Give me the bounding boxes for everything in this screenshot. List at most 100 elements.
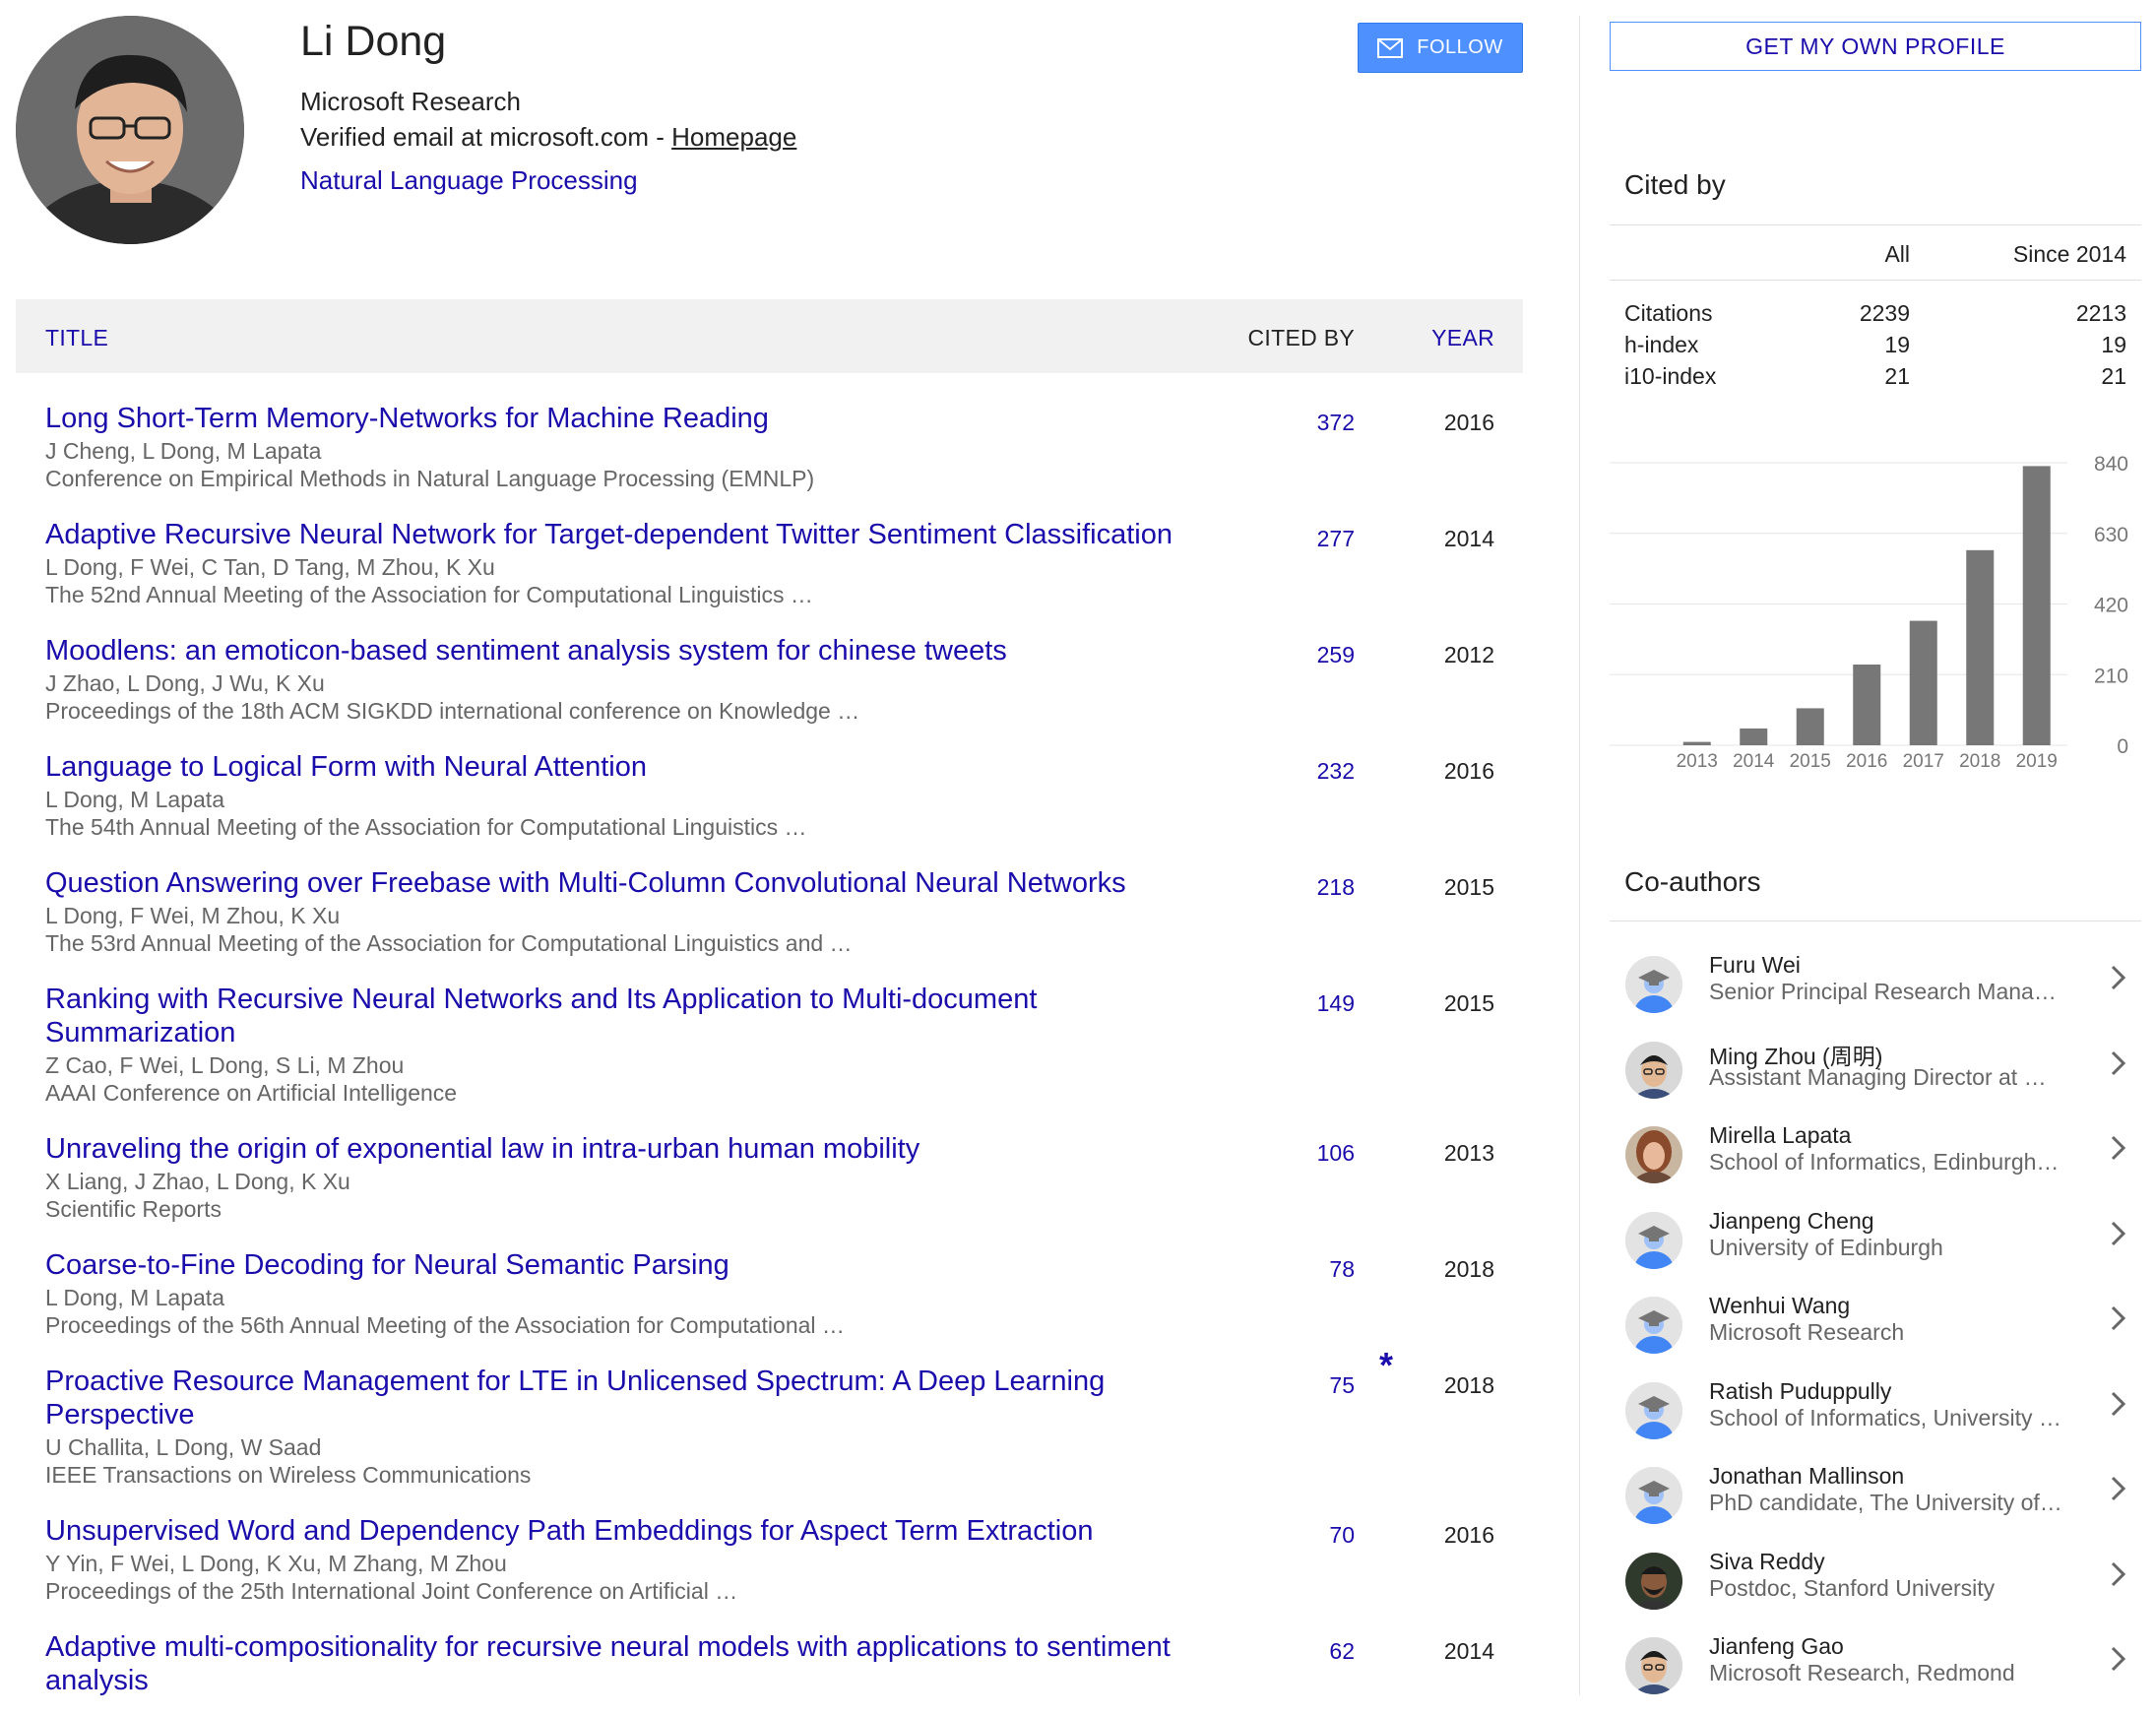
chevron-right-icon[interactable] [2110,964,2127,991]
article-cited-count[interactable]: 372 [1317,410,1355,436]
stat-since: 21 [2101,363,2126,389]
follow-label: FOLLOW [1417,36,1503,58]
coauthor-affiliation: School of Informatics, Edinburgh… [1709,1149,2060,1175]
sort-by-year[interactable]: YEAR [1431,325,1494,351]
article-venue: Proceedings of the 56th Annual Meeting o… [45,1312,845,1338]
coauthor-avatar [1625,1467,1682,1524]
article-year: 2015 [1443,874,1494,900]
coauthor-avatar [1625,1297,1682,1354]
article-title-link[interactable]: Unraveling the origin of exponential law… [45,1132,1207,1166]
x-tick-label: 2018 [1959,751,2000,772]
chart-bar-2019[interactable] [2022,466,2051,745]
coauthor-item[interactable]: Mirella Lapata School of Informatics, Edi… [1610,1120,2141,1205]
article-title-link[interactable]: Unsupervised Word and Dependency Path Em… [45,1514,1207,1548]
coauthor-item[interactable]: Ming Zhou (周明) Assistant Managing Directo… [1610,1036,2141,1120]
chevron-right-icon[interactable] [2110,1560,2127,1588]
coauthor-name[interactable]: Jonathan Mallinson [1709,1463,1904,1490]
x-tick-label: 2014 [1733,751,1775,772]
coauthor-name[interactable]: Siva Reddy [1709,1549,1825,1575]
article-title-link[interactable]: Adaptive multi-compositionality for recu… [45,1630,1207,1697]
coauthor-name[interactable]: Furu Wei [1709,952,1801,979]
chart-bar-2018[interactable] [1966,549,1995,745]
chevron-right-icon[interactable] [2110,1049,2127,1077]
profile-affiliation: Microsoft Research [300,87,521,116]
article-cited-count[interactable]: 106 [1317,1140,1355,1167]
stat-label: h-index [1624,332,1699,357]
merged-citations-star[interactable]: * [1379,1345,1393,1386]
article-title-link[interactable]: Adaptive Recursive Neural Network for Ta… [45,518,1207,551]
article-title-link[interactable]: Language to Logical Form with Neural Att… [45,750,1207,784]
article-title-link[interactable]: Proactive Resource Management for LTE in… [45,1365,1207,1431]
article-cited-count[interactable]: 149 [1317,990,1355,1017]
homepage-link[interactable]: Homepage [671,122,796,152]
article-venue: Scientific Reports [45,1196,222,1222]
chart-bar-2016[interactable] [1853,665,1881,745]
article-title-link[interactable]: Coarse-to-Fine Decoding for Neural Seman… [45,1248,1207,1282]
article-title-link[interactable]: Moodlens: an emoticon-based sentiment an… [45,634,1207,667]
chart-bar-2014[interactable] [1740,728,1768,745]
article-cited-count[interactable]: 75 [1329,1372,1355,1399]
coauthor-name[interactable]: Mirella Lapata [1709,1122,1851,1149]
article-cited-count[interactable]: 232 [1317,758,1355,785]
stat-all[interactable]: 2239 [1860,300,1910,327]
email-text: Verified email at microsoft.com - [300,122,672,152]
article-year: 2016 [1443,1522,1494,1548]
article-authors: Y Yin, F Wei, L Dong, K Xu, M Zhang, M Z… [45,1551,507,1576]
divider [1610,224,2141,225]
cited-by-heading: Cited by [1624,169,1726,200]
x-tick-label: 2016 [1846,751,1887,772]
article-cited-count[interactable]: 78 [1329,1256,1355,1283]
sort-by-title[interactable]: TITLE [45,325,108,351]
article-year: 2016 [1443,758,1494,784]
get-my-own-profile-button[interactable]: GET MY OWN PROFILE [1610,22,2141,71]
chart-bar-2015[interactable] [1796,708,1824,745]
article-cited-count[interactable]: 277 [1317,526,1355,552]
coauthor-name[interactable]: Jianfeng Gao [1709,1633,1844,1660]
chevron-right-icon[interactable] [2110,1304,2127,1332]
article-year: 2015 [1443,990,1494,1016]
y-tick-label: 420 [2094,595,2128,617]
article-title-link[interactable]: Ranking with Recursive Neural Networks a… [45,983,1207,1049]
co-authors-heading: Co-authors [1624,866,1761,897]
article-cited-count[interactable]: 259 [1317,642,1355,668]
coauthor-name[interactable]: Jianpeng Cheng [1709,1208,1874,1235]
coauthor-affiliation: University of Edinburgh [1709,1234,1943,1260]
chevron-right-icon[interactable] [2110,1475,2127,1502]
article-cited-count[interactable]: 62 [1329,1638,1355,1665]
profile-name: Li Dong [300,18,447,65]
chart-bar-2013[interactable] [1682,741,1711,745]
col-since-header: Since 2014 [2012,241,2126,267]
coauthor-name[interactable]: Wenhui Wang [1709,1293,1850,1319]
coauthor-item[interactable]: Jianpeng Cheng University of Edinburgh [1610,1206,2141,1291]
article-year: 2013 [1443,1140,1494,1166]
article-authors: U Challita, L Dong, W Saad [45,1434,322,1460]
chevron-right-icon[interactable] [2110,1390,2127,1418]
coauthor-avatar [1625,1381,1682,1439]
mail-icon [1377,37,1404,58]
article-cited-count[interactable]: 218 [1317,874,1355,901]
coauthor-item[interactable]: Furu Wei Senior Principal Research Mana… [1610,950,2141,1035]
chart-bar-2017[interactable] [1909,620,1937,745]
article-year: 2018 [1443,1256,1494,1282]
stat-since[interactable]: 2213 [2076,300,2126,327]
coauthor-item[interactable]: Jianfeng Gao Microsoft Research, Redmond [1610,1631,2141,1716]
chevron-right-icon[interactable] [2110,1134,2127,1162]
coauthor-item[interactable]: Ratish Puduppully School of Informatics, … [1610,1376,2141,1461]
chevron-right-icon[interactable] [2110,1645,2127,1673]
article-authors: L Dong, F Wei, M Zhou, K Xu [45,903,341,928]
article-title-link[interactable]: Long Short-Term Memory-Networks for Mach… [45,402,1207,435]
coauthor-item[interactable]: Wenhui Wang Microsoft Research [1610,1291,2141,1375]
coauthor-avatar [1625,1552,1682,1610]
coauthor-item[interactable]: Siva Reddy Postdoc, Stanford University [1610,1547,2141,1631]
interest-link[interactable]: Natural Language Processing [300,165,638,196]
article-title-link[interactable]: Question Answering over Freebase with Mu… [45,866,1207,900]
coauthor-item[interactable]: Jonathan Mallinson PhD candidate, The Uni… [1610,1461,2141,1546]
article-cited-count[interactable]: 70 [1329,1522,1355,1549]
article-venue: Proceedings of the 18th ACM SIGKDD inter… [45,698,860,724]
chevron-right-icon[interactable] [2110,1220,2127,1247]
article-venue: Conference on Empirical Methods in Natur… [45,466,815,491]
coauthor-name[interactable]: Ratish Puduppully [1709,1378,1891,1405]
follow-button[interactable]: FOLLOW [1358,23,1523,73]
article-authors: J Cheng, L Dong, M Lapata [45,438,322,464]
divider [1610,280,2141,281]
